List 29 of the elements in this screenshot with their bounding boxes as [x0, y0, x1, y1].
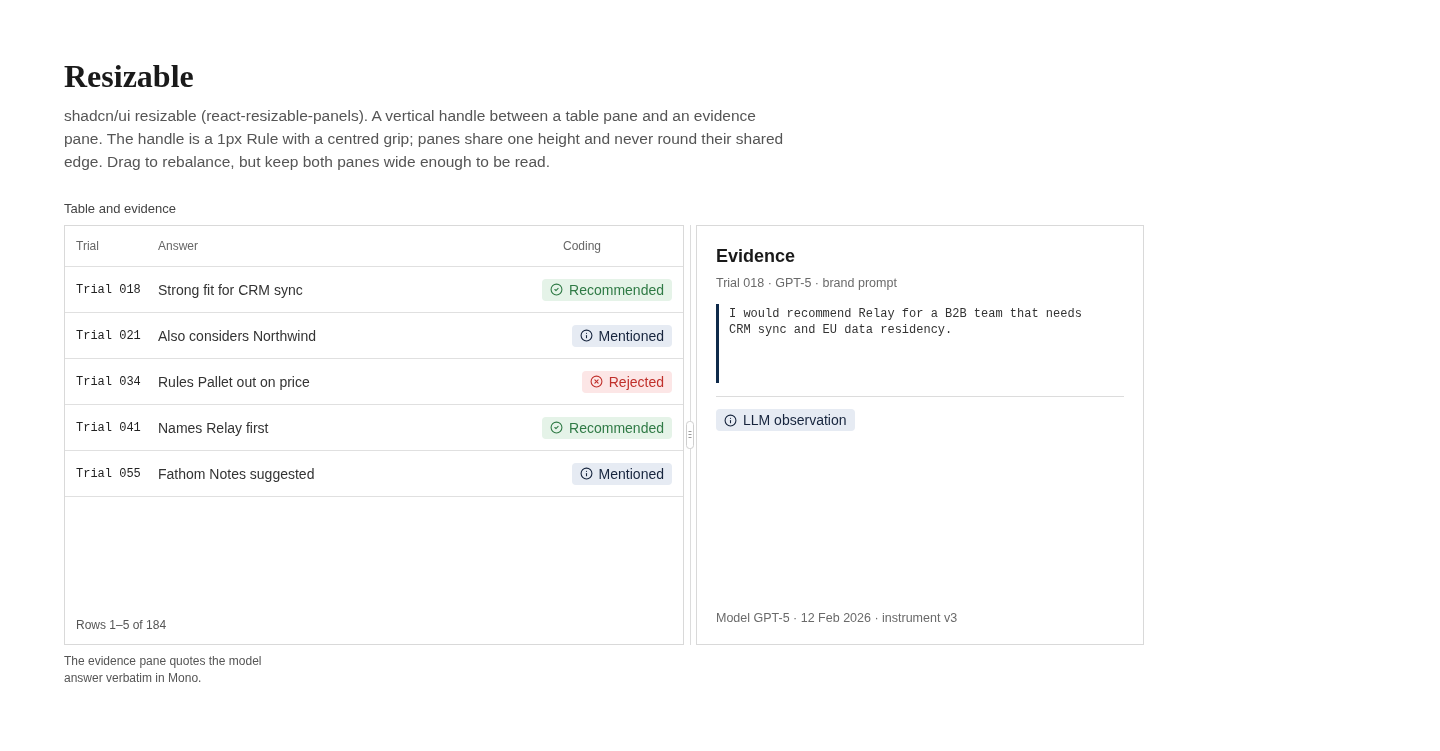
page-title: Resizable	[64, 57, 195, 96]
trial-cell: Trial 055	[76, 466, 141, 481]
badge-label: Rejected	[608, 373, 664, 390]
badge-label: Mentioned	[598, 327, 664, 344]
section-label: Table and evidence	[64, 200, 178, 218]
answer-cell: Strong fit for CRM sync	[158, 281, 303, 298]
page-description: shadcn/ui resizable (react-resizable-panels). A vertical handle between a table pane and an evidence pane. The handle is a 1px Rule with a centred grip; panes share one height and never round their shared edge. Drag to rebalance, but keep both panes wide enough to be read.	[64, 106, 784, 172]
trial-cell: Trial 034	[76, 374, 141, 389]
trial-cell: Trial 018	[76, 282, 141, 297]
badge-label: Mentioned	[598, 465, 664, 482]
badge-label: Recommended	[569, 281, 664, 298]
evidence-title: Evidence	[716, 245, 797, 268]
evidence-footer: Model GPT-5 · 12 Feb 2026 · instrument v3	[716, 610, 1124, 627]
row-count: Rows 1–5 of 184	[75, 617, 168, 634]
column-header: Answer	[158, 239, 198, 253]
answer-cell: Fathom Notes suggested	[158, 465, 315, 482]
badge-label: Recommended	[569, 419, 664, 436]
trial-cell: Trial 021	[76, 328, 141, 343]
answer-cell: Also considers Northwind	[158, 327, 316, 344]
column-header: Trial	[76, 239, 99, 253]
trial-cell: Trial 041	[76, 420, 141, 435]
answer-cell: Names Relay first	[158, 419, 269, 436]
evidence-meta: Trial 018 · GPT-5 · brand prompt	[716, 275, 898, 292]
caption: The evidence pane quotes the model answer verbatim in Mono.	[64, 653, 263, 687]
answer-cell: Rules Pallet out on price	[158, 373, 310, 390]
badge-label: LLM observation	[743, 412, 847, 428]
column-header: Coding	[563, 239, 601, 253]
quote-text: I would recommend Relay for a B2B team that needs CRM sync and EU data residency.	[729, 306, 1083, 338]
resize-grip[interactable]	[686, 421, 694, 449]
